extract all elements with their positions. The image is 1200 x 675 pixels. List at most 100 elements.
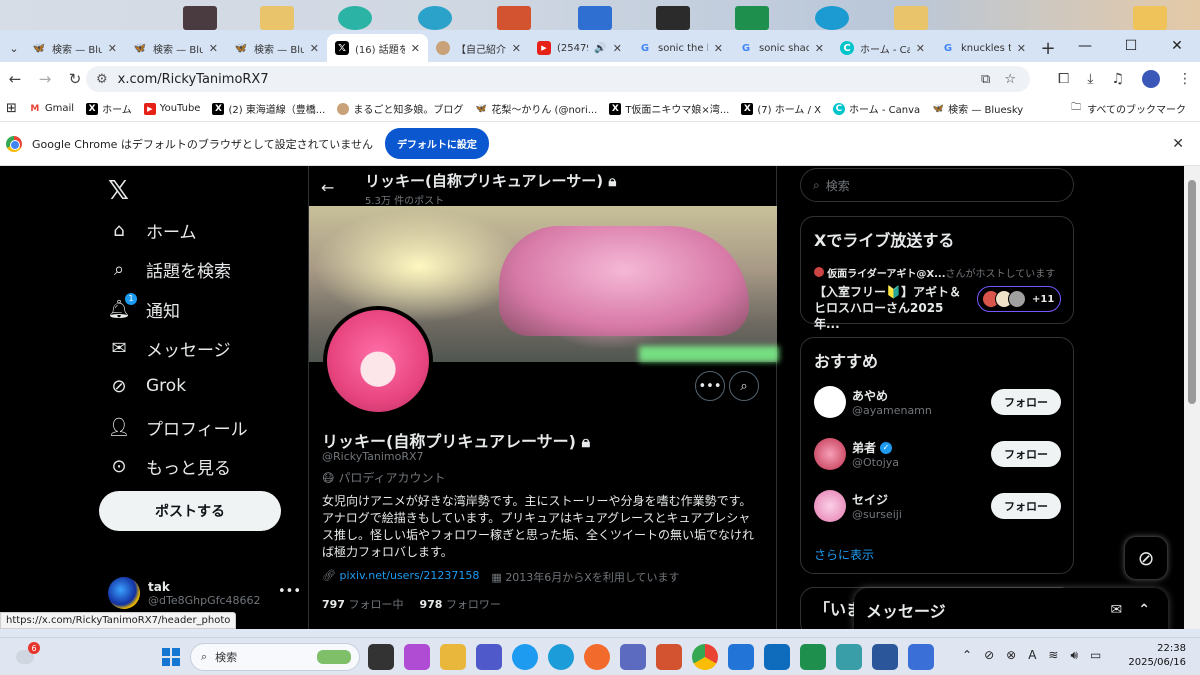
bookmark-item[interactable]: M Gmail [29, 103, 74, 115]
tab[interactable]: G sonic shad ✕ [731, 34, 832, 62]
more-dots-icon[interactable]: ••• [278, 584, 301, 599]
edge-icon[interactable] [338, 6, 372, 30]
tab[interactable]: 【自己紹介】 ✕ [428, 34, 529, 62]
desktop-shortcut-icon[interactable] [578, 6, 612, 30]
powerpoint-icon[interactable] [497, 6, 531, 30]
site-info-icon[interactable]: ⚙ [96, 72, 108, 87]
search-icon[interactable]: ⌕ [729, 371, 759, 401]
edge-icon[interactable] [548, 644, 574, 670]
live-space-title[interactable]: 【入室フリー🔰】アギト＆ヒロスハローさん2025年... [814, 284, 964, 332]
follow-button[interactable]: フォロー [991, 493, 1061, 519]
excel-icon[interactable] [800, 644, 826, 670]
bookmark-star-icon[interactable]: ☆ [1004, 72, 1016, 87]
post-button[interactable]: ポストする [99, 491, 281, 531]
expand-icon[interactable]: ⌃ [1138, 602, 1150, 618]
more-options-icon[interactable]: ••• [695, 371, 725, 401]
close-icon[interactable]: ✕ [411, 42, 420, 55]
all-bookmarks[interactable]: 🗀 すべてのブックマーク [1071, 100, 1186, 117]
show-more-link[interactable]: さらに表示 [814, 546, 874, 563]
install-app-icon[interactable]: ⧉ [981, 72, 990, 87]
grok-float-button[interactable]: ⊘ [1124, 536, 1168, 580]
recommend-user[interactable]: セイジ @surseiji [814, 490, 902, 522]
profile-avatar[interactable] [323, 306, 433, 416]
weather-widget[interactable]: 6 [14, 642, 40, 668]
nav-more[interactable]: ⊙ もっと見る [108, 454, 231, 479]
tab[interactable]: ▶ (25479 🔊 ✕ [529, 34, 630, 62]
tab-search-chevron-icon[interactable]: ⌄ [4, 34, 24, 62]
maximize-icon[interactable]: ☐ [1108, 30, 1154, 62]
desktop-shortcut-icon[interactable] [656, 6, 690, 30]
close-icon[interactable]: ✕ [512, 42, 521, 55]
recommend-user[interactable]: 弟者 ✓ @Otojya [814, 438, 899, 470]
chrome-icon[interactable] [692, 644, 718, 670]
close-icon[interactable]: ✕ [815, 42, 824, 55]
app-icon[interactable] [908, 644, 934, 670]
live-host[interactable]: 仮面ライダーアギト@X...さんがホストしています [814, 265, 1055, 280]
tab[interactable]: 🦋 検索 — Blu ✕ [125, 34, 226, 62]
recommend-user[interactable]: あやめ @ayamenamn [814, 386, 932, 418]
chevron-up-icon[interactable]: ⌃ [962, 648, 972, 663]
new-message-icon[interactable]: ✉ [1111, 602, 1123, 618]
nav-notifications[interactable]: 🔔︎ 1 通知 [108, 292, 180, 322]
excel-icon[interactable] [735, 6, 769, 30]
download-icon[interactable]: ⤓ [1087, 71, 1093, 87]
tab[interactable]: G sonic the h ✕ [630, 34, 731, 62]
tab[interactable]: G knuckles th ✕ [933, 34, 1034, 62]
edge-icon[interactable] [418, 6, 452, 30]
powerpoint-icon[interactable] [656, 644, 682, 670]
tab[interactable]: 🦋 検索 — Blu ✕ [24, 34, 125, 62]
bookmark-item[interactable]: X (7) ホーム / X [741, 101, 821, 116]
twitter-icon[interactable] [512, 644, 538, 670]
task-view-icon[interactable] [368, 644, 394, 670]
profile-avatar-icon[interactable] [1142, 70, 1160, 88]
copilot-icon[interactable] [404, 644, 430, 670]
tab[interactable]: 🦋 検索 — Blu ✕ [226, 34, 327, 62]
extensions-icon[interactable]: ⧠ [1058, 71, 1069, 87]
close-icon[interactable]: ✕ [108, 42, 117, 55]
word-icon[interactable] [872, 644, 898, 670]
minimize-icon[interactable]: — [1062, 30, 1108, 62]
bookmark-item[interactable]: C ホーム - Canva [832, 101, 920, 116]
app-icon[interactable] [728, 644, 754, 670]
live-listeners[interactable]: +11 [977, 286, 1061, 312]
ime-icon[interactable]: A [1028, 648, 1036, 663]
bookmark-item[interactable]: X ホーム [86, 101, 132, 116]
folder-icon[interactable] [1133, 6, 1167, 30]
close-icon[interactable]: ✕ [1017, 42, 1026, 55]
folder-icon[interactable] [894, 6, 928, 30]
scrollbar-thumb[interactable] [1188, 180, 1196, 404]
teams-icon[interactable] [476, 644, 502, 670]
close-icon[interactable]: ✕ [1172, 136, 1184, 152]
follow-button[interactable]: フォロー [991, 389, 1061, 415]
bookmark-item[interactable]: まるごと知多娘。ブログ [337, 101, 463, 116]
search-input[interactable]: ⌕ 検索 [800, 168, 1074, 202]
link-item[interactable]: 🔗︎ pixiv.net/users/21237158 [322, 569, 479, 585]
media-control-icon[interactable]: ♫ [1111, 71, 1124, 87]
folder-icon[interactable] [260, 6, 294, 30]
bookmark-item[interactable]: X (2) 東海道線（豊橋... [212, 101, 325, 116]
new-tab-button[interactable]: + [1034, 34, 1062, 62]
wifi-icon[interactable]: ≋ [1048, 648, 1058, 663]
followers-link[interactable]: 978 フォロワー [419, 596, 500, 612]
back-arrow-icon[interactable]: ← [321, 178, 334, 197]
volume-icon[interactable]: 🔊︎ [1070, 648, 1078, 663]
close-icon[interactable]: ✕ [209, 42, 218, 55]
speaker-icon[interactable]: 🔊 [594, 43, 606, 54]
bookmark-item[interactable]: 🦋 検索 — Bluesky [932, 101, 1024, 117]
close-icon[interactable]: ✕ [613, 42, 622, 55]
app-icon[interactable] [584, 644, 610, 670]
page-scrollbar[interactable] [1184, 166, 1200, 629]
nav-grok[interactable]: ⊘ Grok [108, 375, 186, 397]
address-bar[interactable]: ⚙ x.com/RickyTanimoRX7 ⧉ ☆ [86, 66, 1030, 92]
menu-dots-icon[interactable]: ⋮ [1178, 71, 1192, 87]
app-icon[interactable] [836, 644, 862, 670]
taskbar-search[interactable]: ⌕ 検索 [190, 643, 360, 671]
apps-grid-icon[interactable]: ⊞ [6, 101, 17, 116]
messages-drawer[interactable]: メッセージ ✉ ⌃ [854, 588, 1168, 629]
bookmark-item[interactable]: ▶ YouTube [143, 102, 200, 115]
profile-link[interactable]: pixiv.net/users/21237158 [339, 569, 479, 582]
nav-messages[interactable]: ✉ メッセージ [108, 336, 230, 361]
close-icon[interactable]: ✕ [714, 42, 723, 55]
tab-active[interactable]: 𝕏 (16) 話題を ✕ [327, 34, 428, 62]
start-button[interactable] [162, 648, 180, 666]
